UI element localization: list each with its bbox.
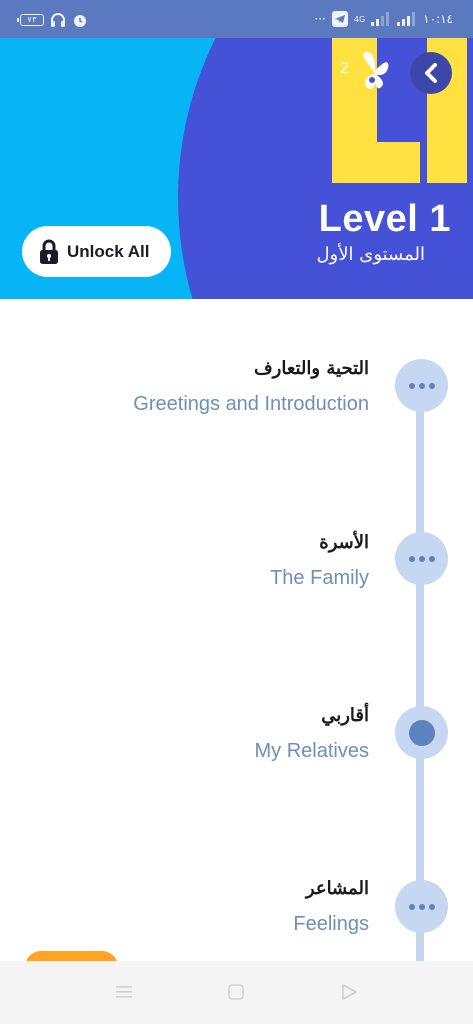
lock-icon [40,239,58,264]
alarm-icon [72,12,88,28]
home-square-icon[interactable] [227,983,245,1005]
more-dots-icon: ··· [314,12,326,26]
lesson-title-arabic: أقاربي [321,705,369,726]
lesson-node-current[interactable] [395,706,448,759]
level-badge-count: 2 [340,60,349,77]
lesson-node-locked[interactable] [395,359,448,412]
lesson-title-arabic: التحية والتعارف [253,358,369,379]
lesson-title-english: Feelings [293,913,369,935]
lesson-item[interactable]: المشاعر Feelings [293,878,369,936]
more-dots-icon [408,903,435,910]
lesson-item[interactable]: أقاربي My Relatives [255,705,369,763]
current-dot-icon [408,719,435,746]
menu-icon[interactable] [114,983,134,1005]
status-time: ١٠:١٤ [423,12,453,26]
unlock-all-label: Unlock All [67,241,150,261]
level-logo-l-foot [332,142,420,183]
lesson-title-english: My Relatives [254,740,369,762]
status-bar: ٧٣ ··· 4G ١٠:١٤ [0,0,473,38]
back-button[interactable] [410,52,452,94]
lesson-node-locked[interactable] [395,532,448,585]
more-dots-icon [408,555,435,562]
level-subtitle: المستوى الأول [316,244,425,265]
lesson-item[interactable]: التحية والتعارف Greetings and Introducti… [133,358,369,416]
system-nav-bar [0,961,473,1024]
more-dots-icon [408,382,435,389]
lesson-node-locked[interactable] [395,880,448,933]
level-header: 2 Level 1 المستوى الأول Unlock All [0,38,473,299]
lesson-title-english: The Family [270,567,369,589]
lesson-title-arabic: الأسرة [319,532,369,553]
lesson-item[interactable]: الأسرة The Family [270,532,369,590]
butterfly-icon [358,50,392,98]
signal-icon [371,12,391,26]
chevron-left-icon [425,63,437,83]
status-right: ··· 4G ١٠:١٤ [314,11,453,27]
battery-icon: ٧٣ [17,14,44,26]
screen: ٧٣ ··· 4G ١٠:١٤ 2 Level 1 المستوى الأول … [0,0,473,1024]
network-label: 4G [353,14,366,24]
unlock-all-button[interactable]: Unlock All [22,226,171,277]
level-title: Level 1 [318,198,451,240]
status-left: ٧٣ [17,12,88,28]
lesson-title-english: Greetings and Introduction [133,393,369,415]
back-triangle-icon[interactable] [340,983,358,1005]
headphones-icon [50,12,66,28]
lesson-title-arabic: المشاعر [305,878,369,899]
telegram-icon [331,11,348,27]
signal-icon-2 [397,12,417,26]
